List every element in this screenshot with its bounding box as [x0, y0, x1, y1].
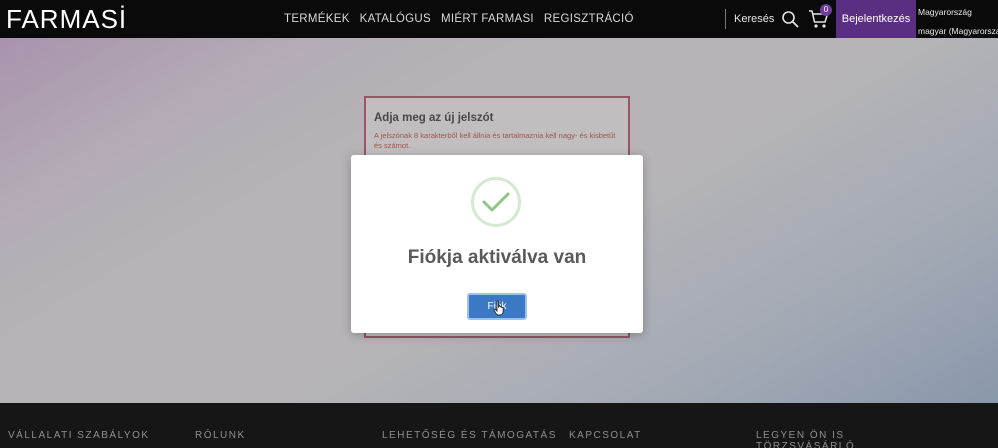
modal-title: Fiókja aktiválva van [407, 247, 587, 268]
footer-link-contact[interactable]: KAPCSOLAT [569, 430, 642, 441]
nav-item-catalog[interactable]: KATALÓGUS [360, 13, 431, 25]
cart-count-badge: 0 [820, 4, 832, 16]
nav-item-products[interactable]: TERMÉKEK [284, 13, 350, 25]
footer-link-about[interactable]: RÓLUNK [195, 430, 246, 441]
success-modal: Fiókja aktiválva van Fiók [351, 155, 643, 333]
nav-item-why-farmasi[interactable]: MIÉRT FARMASI [441, 13, 534, 25]
region-country: Magyarország [918, 7, 972, 17]
footer-link-opportunity[interactable]: LEHETŐSÉG ÉS TÁMOGATÁS [382, 430, 557, 441]
region-selector[interactable]: Magyarország magyar (Magyarország) [918, 3, 998, 41]
main-nav: TERMÉKEK KATALÓGUS MIÉRT FARMASI REGISZT… [284, 13, 634, 25]
hand-cursor-icon [493, 300, 504, 316]
search-label[interactable]: Keresés [734, 13, 774, 25]
footer-link-company-policies[interactable]: VÁLLALATI SZABÁLYOK [8, 430, 150, 441]
logo[interactable]: FARMASİ [6, 4, 127, 35]
nav-item-registration[interactable]: REGISZTRÁCIÓ [544, 13, 634, 25]
search-icon[interactable] [781, 10, 799, 28]
success-check-icon [482, 192, 510, 212]
login-button[interactable]: Bejelentkezés [836, 0, 916, 38]
footer-link-become-customer[interactable]: LEGYEN ÖN IS TÖRZSVÁSÁRLÓ (SZPONZOR) [756, 430, 926, 448]
header-divider [725, 9, 726, 29]
footer: VÁLLALATI SZABÁLYOK RÓLUNK LEHETŐSÉG ÉS … [0, 403, 998, 448]
header: FARMASİ TERMÉKEK KATALÓGUS MIÉRT FARMASI… [0, 0, 998, 38]
